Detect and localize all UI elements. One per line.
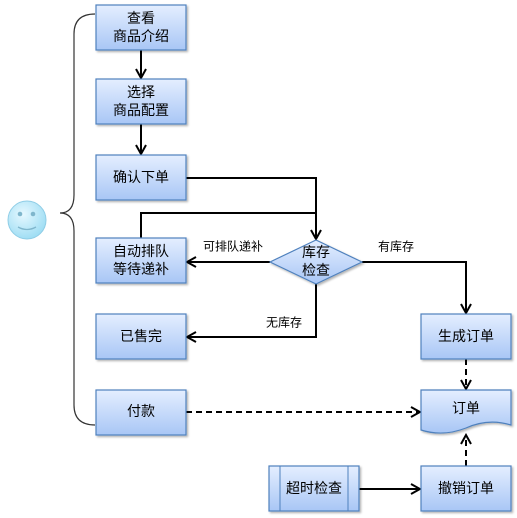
- svg-text:检查: 检查: [302, 263, 330, 279]
- smiley-face-icon: [7, 200, 47, 240]
- brace: [59, 13, 96, 426]
- svg-text:超时检查: 超时检查: [286, 481, 342, 497]
- svg-text:商品介绍: 商品介绍: [113, 29, 169, 45]
- node-auto-queue: 自动排队 等待递补: [95, 237, 187, 284]
- svg-text:等待递补: 等待递补: [113, 261, 169, 278]
- svg-text:生成订单: 生成订单: [438, 329, 494, 345]
- node-stock-check: 库存 检查: [268, 239, 364, 285]
- edge-label-in-stock: 有库存: [378, 239, 414, 254]
- node-generate-order: 生成订单: [420, 313, 512, 360]
- node-view-product: 查看 商品介绍: [95, 4, 187, 51]
- node-cancel-order: 撤销订单: [420, 465, 512, 512]
- svg-text:撤销订单: 撤销订单: [438, 481, 494, 497]
- node-pay: 付款: [95, 389, 187, 436]
- order-flow-diagram: 可排队递补 无库存 有库存 查看 商品介绍 选择 商品配置 确认下单 自动排队 …: [7, 4, 512, 512]
- edge-label-queue: 可排队递补: [203, 239, 263, 254]
- svg-text:查看: 查看: [127, 11, 155, 27]
- svg-text:确认下单: 确认下单: [113, 170, 169, 186]
- edge-label-no-stock: 无库存: [266, 315, 302, 330]
- node-order-document: 订单: [420, 389, 512, 434]
- svg-text:付款: 付款: [127, 404, 155, 420]
- svg-text:选择: 选择: [127, 85, 155, 101]
- svg-text:自动排队: 自动排队: [113, 244, 169, 260]
- svg-text:商品配置: 商品配置: [113, 103, 169, 119]
- node-select-config: 选择 商品配置: [95, 78, 187, 125]
- node-sold-out: 已售完: [95, 313, 187, 360]
- svg-text:库存: 库存: [302, 245, 330, 261]
- svg-text:已售完: 已售完: [120, 329, 162, 345]
- node-confirm-order: 确认下单: [95, 154, 187, 201]
- svg-text:订单: 订单: [452, 401, 480, 417]
- node-timeout-check: 超时检查: [268, 465, 360, 512]
